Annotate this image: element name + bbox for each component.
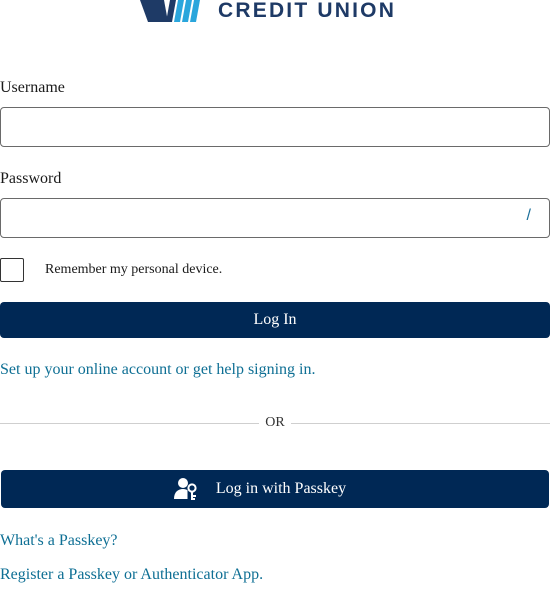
password-label: Password <box>0 170 62 187</box>
register-passkey-link[interactable]: Register a Passkey or Authenticator App. <box>0 566 263 584</box>
remember-device-row: Remember my personal device. <box>0 257 222 282</box>
password-field-wrapper: / <box>0 198 550 238</box>
username-field-wrapper <box>0 107 550 147</box>
remember-device-label[interactable]: Remember my personal device. <box>45 262 222 278</box>
show-password-icon[interactable]: / <box>527 207 531 225</box>
user-key-icon <box>173 477 198 501</box>
passkey-login-button[interactable]: Log in with Passkey <box>1 470 549 508</box>
brand-name: CREDIT UNION <box>218 0 397 22</box>
whats-passkey-link[interactable]: What's a Passkey? <box>0 532 118 550</box>
divider-line-left <box>0 422 260 424</box>
setup-help-link[interactable]: Set up your online account or get help s… <box>0 361 316 379</box>
logo-mark-icon <box>140 0 202 22</box>
remember-device-checkbox[interactable] <box>0 257 24 282</box>
passkey-login-label: Log in with Passkey <box>215 480 347 497</box>
password-field[interactable] <box>1 199 549 237</box>
divider-text: OR <box>265 415 285 430</box>
credit-union-logo: CREDIT UNION <box>140 0 394 22</box>
login-button[interactable]: Log In <box>0 302 550 338</box>
or-divider: OR <box>0 412 550 434</box>
username-label: Username <box>0 79 65 96</box>
username-field[interactable] <box>1 108 549 146</box>
divider-line-right <box>290 422 550 424</box>
